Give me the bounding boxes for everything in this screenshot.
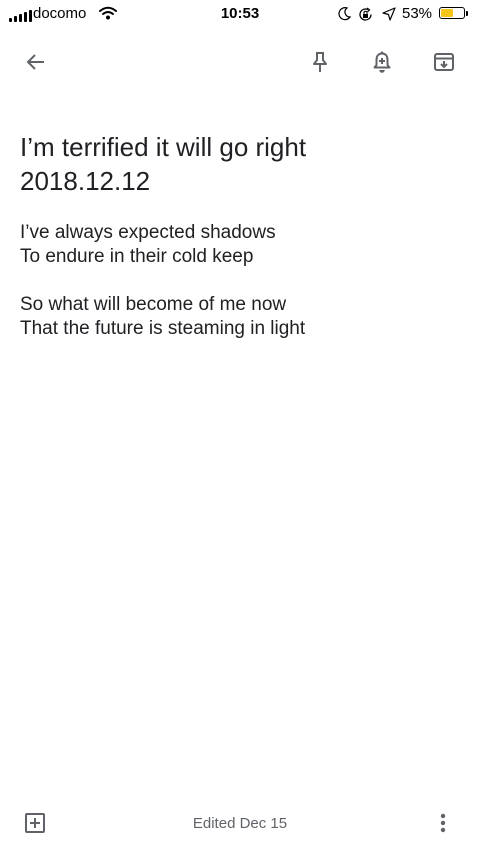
rotation-lock-icon xyxy=(358,7,373,26)
note-body[interactable]: I’ve always expected shadows To endure i… xyxy=(20,221,460,341)
note-title-line: I’m terrified it will go right xyxy=(20,132,307,162)
battery-icon xyxy=(439,7,465,19)
pin-icon xyxy=(313,52,327,72)
more-vert-icon xyxy=(440,813,446,833)
note-body-line: So what will become of me now xyxy=(20,294,287,315)
edited-timestamp: Edited Dec 15 xyxy=(192,815,288,832)
status-bar: docomo 10:53 53% xyxy=(0,0,480,30)
stanza-break xyxy=(20,269,460,293)
battery-tip xyxy=(466,11,468,16)
moon-icon xyxy=(338,7,352,25)
more-options-button[interactable] xyxy=(420,800,466,846)
note-title-line: 2018.12.12 xyxy=(20,166,151,196)
location-arrow-icon xyxy=(382,7,396,25)
note-body-line: I’ve always expected shadows xyxy=(20,222,276,243)
add-reminder-button[interactable] xyxy=(360,40,404,84)
back-arrow-icon xyxy=(26,54,44,70)
add-reminder-icon xyxy=(373,51,391,73)
note-body-line: That the future is steaming in light xyxy=(20,318,306,339)
back-button[interactable] xyxy=(14,40,58,84)
note-title[interactable]: I’m terrified it will go right 2018.12.1… xyxy=(20,130,460,198)
archive-button[interactable] xyxy=(422,40,466,84)
battery-percent: 53% xyxy=(402,5,433,22)
battery-fill xyxy=(441,9,453,17)
note-body-line: To endure in their cold keep xyxy=(20,246,254,267)
archive-icon xyxy=(434,53,454,71)
pin-button[interactable] xyxy=(298,40,342,84)
